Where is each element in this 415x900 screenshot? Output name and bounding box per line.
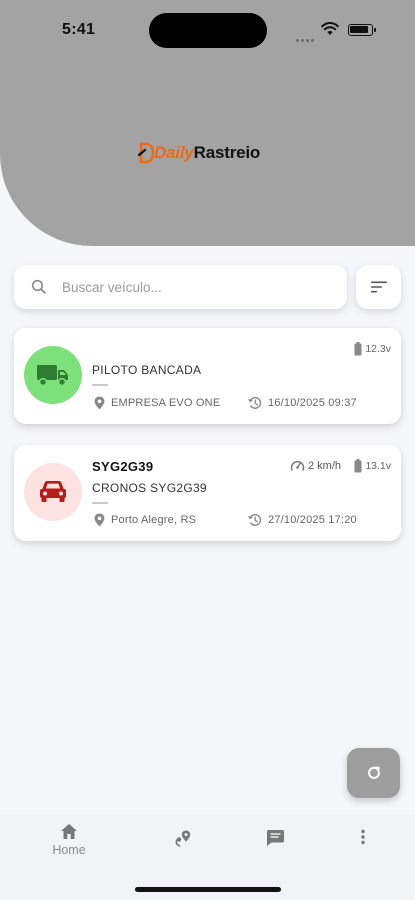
- refresh-button[interactable]: [347, 748, 400, 798]
- battery-level-icon: [354, 342, 362, 356]
- car-icon: [40, 481, 66, 502]
- home-icon: [61, 824, 77, 839]
- location-pin-icon: [94, 396, 105, 410]
- logo-text-daily: Daily: [154, 143, 194, 162]
- location-text: EMPRESA EVO ONE: [111, 397, 221, 409]
- nav-messages[interactable]: [266, 829, 285, 847]
- sort-filter-button[interactable]: [356, 265, 401, 309]
- more-vertical-icon: [361, 829, 365, 845]
- nav-map[interactable]: [175, 829, 193, 847]
- vehicle-avatar: [24, 463, 82, 521]
- vehicle-location: EMPRESA EVO ONE: [94, 396, 220, 410]
- datetime-text: 27/10/2025 17:20: [268, 514, 357, 526]
- chat-icon: [267, 830, 284, 846]
- search-box[interactable]: [14, 265, 347, 309]
- vehicle-card[interactable]: SYG2G39 CRONOS SYG2G39 Porto Alegre, RS …: [14, 445, 401, 541]
- history-clock-icon: [248, 513, 262, 526]
- status-time: 5:41: [62, 21, 96, 38]
- nav-home-label: Home: [52, 843, 86, 857]
- history-clock-icon: [248, 396, 262, 409]
- vehicle-name: PILOTO BANCADA: [92, 363, 202, 377]
- vehicle-voltage: 12.3v: [354, 342, 391, 356]
- nav-home[interactable]: Home: [45, 823, 93, 857]
- datetime-text: 16/10/2025 09:37: [268, 397, 357, 409]
- speedometer-icon: [290, 460, 305, 471]
- battery-icon: [348, 24, 376, 36]
- vehicle-voltage: 13.1v: [354, 459, 391, 473]
- voltage-text: 12.3v: [365, 343, 391, 355]
- sort-icon: [370, 281, 387, 293]
- dynamic-island: [149, 13, 267, 48]
- vehicle-avatar: [24, 346, 82, 404]
- vehicle-last-update: 16/10/2025 09:37: [248, 396, 357, 410]
- voltage-text: 13.1v: [365, 460, 391, 472]
- vehicle-name: CRONOS SYG2G39: [92, 481, 207, 495]
- search-input[interactable]: [62, 265, 332, 309]
- battery-level-icon: [354, 459, 362, 473]
- nav-more[interactable]: [360, 829, 366, 845]
- speed-text: 2 km/h: [308, 459, 342, 472]
- vehicle-last-update: 27/10/2025 17:20: [248, 513, 357, 527]
- vehicle-card[interactable]: PILOTO BANCADA EMPRESA EVO ONE 16/10/202…: [14, 328, 401, 424]
- divider: [92, 384, 108, 386]
- vehicle-speed: 2 km/h: [290, 459, 341, 472]
- location-text: Porto Alegre, RS: [111, 514, 197, 526]
- refresh-icon: [367, 766, 380, 779]
- search-icon: [31, 279, 46, 294]
- logo-text-rastreio: Rastreio: [193, 143, 261, 162]
- signal-icon: [296, 29, 316, 47]
- truck-icon: [37, 365, 68, 387]
- vehicle-location: Porto Alegre, RS: [94, 513, 196, 527]
- route-icon: [175, 830, 191, 847]
- vehicle-plate: SYG2G39: [92, 459, 154, 474]
- divider: [92, 502, 108, 504]
- home-indicator: [135, 887, 281, 892]
- location-pin-icon: [94, 513, 105, 527]
- wifi-icon: [321, 22, 339, 35]
- brand-logo: Daily Rastreio: [138, 140, 260, 166]
- logo-mark-icon: [138, 142, 154, 164]
- status-bar: 5:41: [0, 0, 415, 60]
